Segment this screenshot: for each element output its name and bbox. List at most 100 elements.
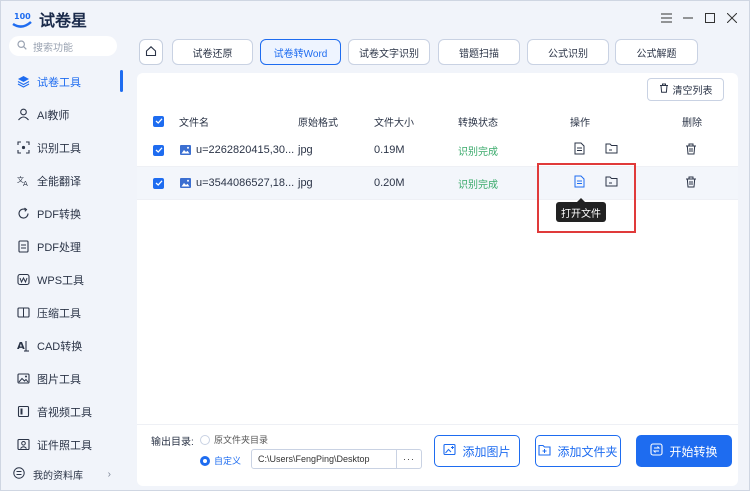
- sidebar-item-translate[interactable]: 文A 全能翻译: [1, 164, 125, 197]
- tab-exam-restore[interactable]: 试卷还原: [172, 39, 253, 65]
- image-icon: [17, 372, 30, 385]
- tab-label: 试卷还原: [192, 48, 233, 60]
- header-status: 转换状态: [458, 117, 498, 129]
- layers-icon: [17, 75, 30, 88]
- image-file-icon: [179, 144, 192, 156]
- tab-label: 试卷文字识别: [359, 48, 419, 60]
- table-row: u=3544086527,18... jpg 0.20M 识别完成: [137, 167, 738, 200]
- app-logo: 100 试卷星: [11, 7, 87, 31]
- window-controls: [655, 9, 743, 27]
- divider: [137, 424, 738, 425]
- pdf-process-icon: [17, 240, 30, 253]
- delete-button[interactable]: [685, 134, 697, 166]
- sidebar-item-compress[interactable]: 压缩工具: [1, 296, 125, 329]
- sidebar-item-recognition[interactable]: 识别工具: [1, 131, 125, 164]
- cad-icon: A: [17, 339, 30, 352]
- checkbox-checked-icon: [153, 144, 164, 156]
- add-image-button[interactable]: 添加图片: [434, 435, 520, 467]
- sidebar-item-cad[interactable]: A CAD转换: [1, 329, 125, 362]
- add-folder-label: 添加文件夹: [557, 444, 618, 459]
- sidebar-item-label: WPS工具: [37, 274, 85, 287]
- start-convert-label: 开始转换: [669, 444, 718, 459]
- teacher-icon: [17, 108, 30, 121]
- sidebar-item-image[interactable]: 图片工具: [1, 362, 125, 395]
- sidebar-item-media[interactable]: 音视频工具: [1, 395, 125, 428]
- menu-icon: [13, 466, 25, 482]
- sidebar-nav: 试卷工具 AI教师 识别工具 文A 全能翻译 PDF转换 PDF处理 WPS工具…: [1, 65, 125, 461]
- tab-wrong-question-scan[interactable]: 错题扫描: [438, 39, 520, 65]
- add-folder-icon: [538, 444, 552, 459]
- file-name: u=3544086527,18...: [196, 177, 295, 189]
- tab-formula-solve[interactable]: 公式解题: [615, 39, 698, 65]
- clear-list-label: 清空列表: [672, 86, 713, 97]
- sidebar-item-exam-tools[interactable]: 试卷工具: [1, 65, 125, 98]
- file-size: 0.20M: [374, 177, 405, 189]
- file-format: jpg: [298, 177, 313, 189]
- delete-button[interactable]: [685, 167, 697, 199]
- app-window: 100 试卷星 搜索功能 试卷工具 AI教师 识别工具 文 A 全能翻译 PDF…: [0, 0, 750, 491]
- convert-icon: [650, 443, 664, 459]
- app-name: 试卷星: [39, 11, 88, 30]
- wps-icon: [17, 273, 30, 286]
- sidebar-item-pdf-process[interactable]: PDF处理: [1, 230, 125, 263]
- my-library[interactable]: 我的资料库 ›: [1, 463, 125, 485]
- checkbox-checked-icon: [153, 115, 164, 127]
- radio-custom[interactable]: 自定义: [200, 454, 241, 467]
- svg-text:A: A: [17, 341, 25, 352]
- search-placeholder: 搜索功能: [33, 42, 73, 54]
- row-checkbox[interactable]: [153, 167, 164, 199]
- logo-icon: 100: [11, 9, 33, 29]
- sidebar-item-label: 全能翻译: [37, 175, 81, 188]
- library-label: 我的资料库: [33, 470, 83, 482]
- maximize-icon[interactable]: [699, 9, 721, 27]
- sidebar-item-label: 试卷工具: [37, 76, 81, 89]
- radio-label: 原文件夹目录: [214, 435, 269, 445]
- media-icon: [17, 405, 30, 418]
- trash-icon: [685, 143, 697, 158]
- image-file-icon: [179, 177, 192, 189]
- sidebar-item-wps[interactable]: WPS工具: [1, 263, 125, 296]
- file-format: jpg: [298, 144, 313, 156]
- add-image-label: 添加图片: [462, 444, 511, 459]
- radio-checked-icon: [200, 455, 210, 466]
- svg-text:A: A: [23, 180, 28, 187]
- header-format: 原始格式: [298, 117, 338, 129]
- search-icon: [17, 39, 27, 53]
- document-icon: [574, 142, 585, 158]
- search-input[interactable]: 搜索功能: [9, 36, 117, 56]
- start-convert-button[interactable]: 开始转换: [636, 435, 732, 467]
- sidebar-item-id-photo[interactable]: 证件照工具: [1, 428, 125, 461]
- menu-icon[interactable]: [655, 9, 677, 27]
- browse-button[interactable]: ···: [396, 450, 421, 468]
- sidebar-item-pdf-convert[interactable]: PDF转换: [1, 197, 125, 230]
- select-all-checkbox[interactable]: [153, 109, 164, 133]
- tab-label: 公式解题: [636, 48, 677, 60]
- clear-list-button[interactable]: 清空列表: [647, 78, 724, 101]
- pdf-convert-icon: [17, 207, 30, 220]
- close-icon[interactable]: [721, 9, 743, 27]
- sidebar-item-label: 压缩工具: [37, 307, 81, 320]
- sidebar-item-label: 识别工具: [37, 142, 81, 155]
- compress-icon: [17, 306, 30, 319]
- tab-formula-recognition[interactable]: 公式识别: [527, 39, 609, 65]
- radio-source-folder[interactable]: 原文件夹目录: [200, 433, 268, 446]
- sidebar-item-label: AI教师: [37, 109, 70, 122]
- id-photo-icon: [17, 438, 30, 451]
- minimize-icon[interactable]: [677, 9, 699, 27]
- add-folder-button[interactable]: 添加文件夹: [535, 435, 621, 467]
- open-file-button[interactable]: [574, 134, 585, 166]
- table-header: 文件名 原始格式 文件大小 转换状态 操作 删除: [137, 109, 738, 133]
- radio-label: 自定义: [214, 456, 242, 466]
- tab-exam-to-word[interactable]: 试卷转Word: [260, 39, 341, 65]
- home-button[interactable]: [139, 39, 163, 65]
- sidebar-item-ai-teacher[interactable]: AI教师: [1, 98, 125, 131]
- output-path-field[interactable]: C:\Users\FengPing\Desktop ···: [251, 449, 422, 469]
- header-filename: 文件名: [179, 117, 209, 129]
- open-folder-button[interactable]: [605, 134, 618, 166]
- file-name-cell: u=2262820415,30...: [179, 134, 294, 166]
- file-name: u=2262820415,30...: [196, 144, 295, 156]
- tab-exam-ocr[interactable]: 试卷文字识别: [348, 39, 430, 65]
- row-checkbox[interactable]: [153, 134, 164, 166]
- sidebar-item-label: 图片工具: [37, 373, 81, 386]
- header-actions: 操作: [570, 117, 590, 129]
